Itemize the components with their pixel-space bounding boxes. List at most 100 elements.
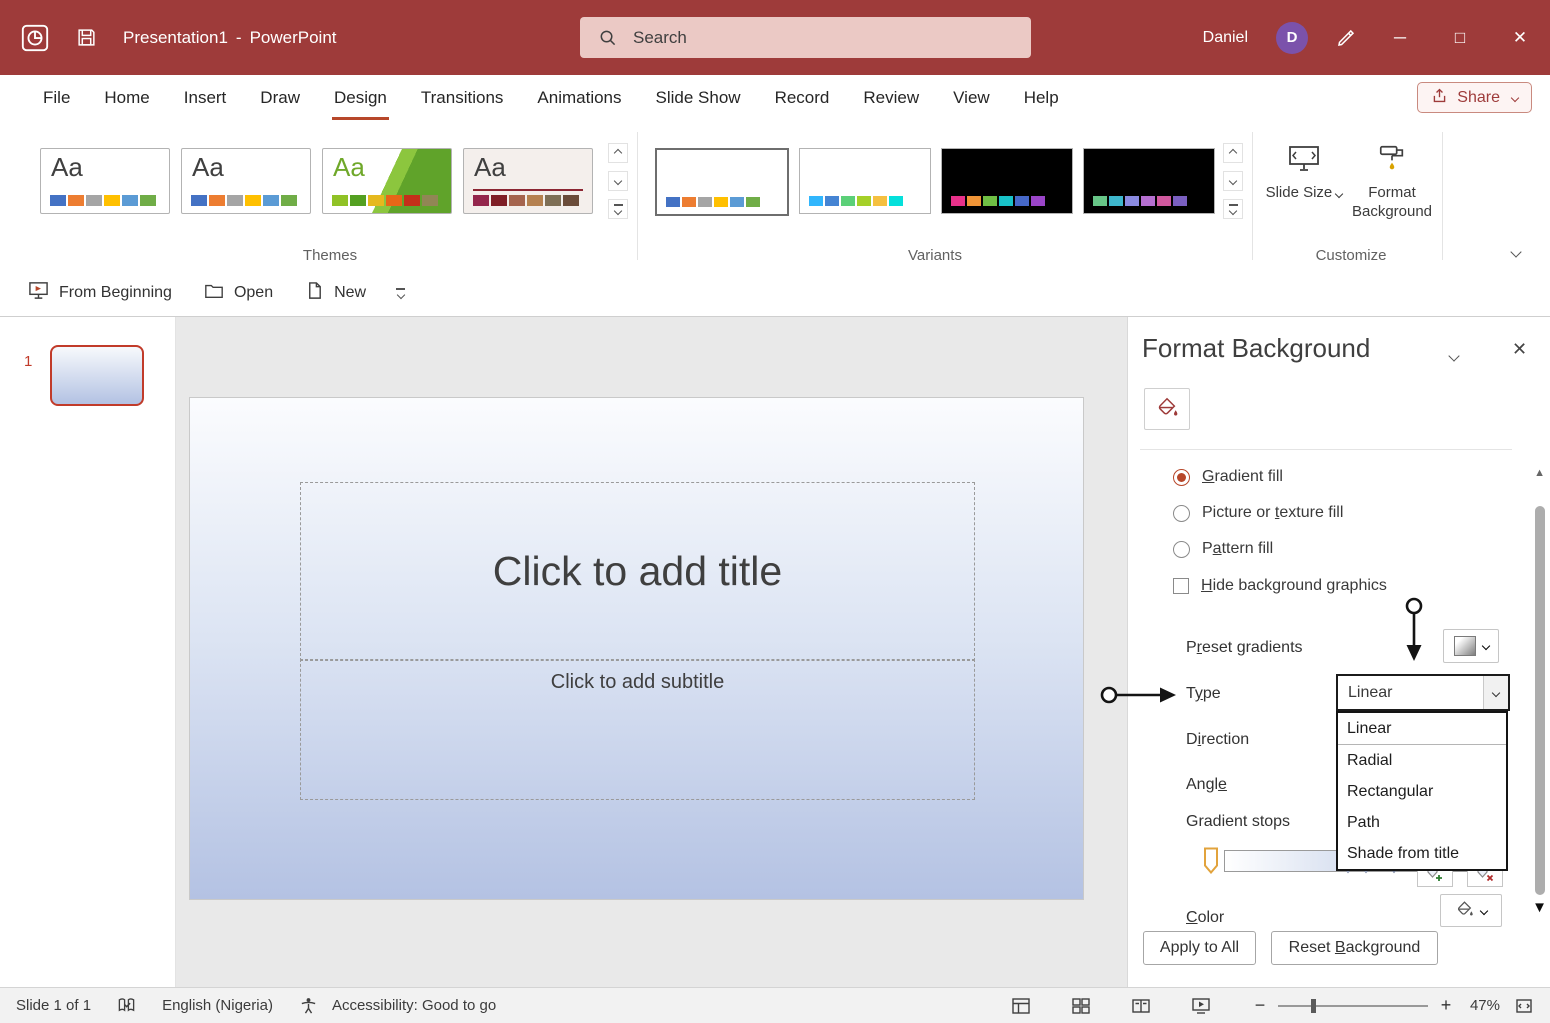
apply-to-all-button[interactable]: Apply to All (1143, 931, 1256, 965)
fill-tab-button[interactable] (1144, 388, 1190, 430)
scrollbar-thumb[interactable] (1535, 506, 1545, 895)
variants-group-label: Variants (650, 247, 1220, 264)
themes-scroll-down-icon[interactable] (608, 171, 628, 191)
tab-insert[interactable]: Insert (167, 75, 244, 120)
pen-icon[interactable] (1336, 28, 1356, 48)
variant-thumbnail-2[interactable] (799, 148, 931, 214)
share-icon (1431, 87, 1448, 109)
combobox-arrow-button[interactable] (1483, 676, 1508, 709)
pattern-fill-radio[interactable]: Pattern fill (1173, 540, 1273, 558)
accessibility-status[interactable]: Accessibility: Good to go (332, 997, 496, 1014)
menu-item-shade-from-title[interactable]: Shade from title (1338, 838, 1506, 869)
format-background-button[interactable]: Format Background (1350, 142, 1434, 223)
accessibility-icon (299, 996, 318, 1015)
share-label: Share (1457, 89, 1500, 107)
themes-scroll-up-icon[interactable] (608, 143, 628, 163)
theme-color-strip (332, 195, 438, 206)
menu-item-rectangular[interactable]: Rectangular (1338, 776, 1506, 807)
pane-collapse-icon[interactable] (1450, 347, 1458, 365)
variants-scroll-down-icon[interactable] (1223, 171, 1243, 191)
language-selector[interactable]: English (Nigeria) (162, 997, 273, 1014)
theme-thumbnail-2[interactable]: Aa (181, 148, 311, 214)
normal-view-icon[interactable] (1010, 996, 1032, 1016)
variants-group: Variants (650, 120, 1245, 270)
zoom-percentage[interactable]: 47% (1464, 997, 1500, 1014)
user-name[interactable]: Daniel (1203, 29, 1248, 47)
reading-view-icon[interactable] (1130, 996, 1152, 1016)
tab-home[interactable]: Home (87, 75, 166, 120)
slide-thumbnail[interactable] (50, 345, 144, 406)
hide-background-graphics-checkbox[interactable]: Hide background graphics (1173, 577, 1387, 595)
tab-record[interactable]: Record (758, 75, 847, 120)
maximize-button[interactable]: □ (1444, 28, 1476, 48)
preset-gradients-dropdown[interactable] (1443, 629, 1499, 663)
variant-thumbnail-1[interactable] (655, 148, 789, 216)
reset-background-button[interactable]: Reset Background (1271, 931, 1438, 965)
zoom-out-button[interactable]: − (1253, 995, 1267, 1016)
scroll-down-icon[interactable]: ▼ (1532, 899, 1547, 916)
tab-design[interactable]: Design (317, 75, 404, 120)
zoom-in-button[interactable]: + (1439, 995, 1453, 1016)
zoom-control: − + 47% (1253, 995, 1500, 1016)
tab-file[interactable]: File (26, 75, 87, 120)
tab-transitions[interactable]: Transitions (404, 75, 521, 120)
close-button[interactable]: ✕ (1504, 28, 1536, 48)
slide-show-view-icon[interactable] (1190, 996, 1212, 1016)
picture-or-texture-fill-radio[interactable]: Picture or texture fill (1173, 504, 1343, 522)
zoom-slider[interactable] (1278, 1005, 1428, 1007)
avatar[interactable]: D (1276, 22, 1308, 54)
from-beginning-button[interactable]: From Beginning (12, 270, 188, 316)
type-combobox[interactable]: Linear (1336, 674, 1510, 711)
theme-thumbnail-4[interactable]: Aa (463, 148, 593, 214)
search-input[interactable]: Search (580, 17, 1031, 58)
menu-item-linear[interactable]: Linear (1338, 713, 1506, 745)
direction-label: Direction (1186, 731, 1249, 749)
variant-thumbnail-4[interactable] (1083, 148, 1215, 214)
variants-scroll-up-icon[interactable] (1223, 143, 1243, 163)
type-label: Type (1186, 685, 1221, 703)
tab-slide-show[interactable]: Slide Show (639, 75, 758, 120)
tab-help[interactable]: Help (1007, 75, 1076, 120)
themes-group-label: Themes (30, 247, 630, 264)
theme-color-strip (473, 195, 579, 206)
collapse-ribbon-icon[interactable] (1506, 243, 1526, 260)
tab-review[interactable]: Review (846, 75, 936, 120)
spell-check-icon[interactable] (117, 996, 136, 1015)
variant-thumbnail-3[interactable] (941, 148, 1073, 214)
open-button[interactable]: Open (188, 270, 289, 316)
share-button[interactable]: Share (1417, 82, 1532, 113)
title-bar: Presentation1 - PowerPoint Search Daniel… (0, 0, 1550, 75)
zoom-slider-thumb[interactable] (1311, 999, 1316, 1013)
fill-color-dropdown[interactable] (1440, 894, 1502, 927)
gradient-stop-handle-selected[interactable] (1203, 847, 1219, 874)
radio-checked-icon (1173, 469, 1190, 486)
menu-item-radial[interactable]: Radial (1338, 745, 1506, 776)
title-placeholder[interactable]: Click to add title (300, 482, 975, 661)
slide[interactable]: Click to add title Click to add subtitle (190, 398, 1083, 899)
new-button[interactable]: New (289, 270, 382, 316)
gradient-fill-radio[interactable]: Gradient fill (1173, 468, 1283, 486)
tab-view[interactable]: View (936, 75, 1007, 120)
slideshow-play-icon (28, 280, 49, 306)
tab-animations[interactable]: Animations (520, 75, 638, 120)
theme-color-strip (50, 195, 156, 206)
theme-thumbnail-3[interactable]: Aa (322, 148, 452, 214)
fit-slide-to-window-icon[interactable] (1514, 996, 1534, 1016)
save-icon[interactable] (76, 27, 97, 48)
themes-more-icon[interactable] (608, 199, 628, 219)
theme-preview-text: Aa (474, 152, 506, 183)
gradient-stops-label: Gradient stops (1186, 813, 1290, 831)
toolbar-overflow-icon[interactable] (390, 287, 411, 299)
powerpoint-logo-icon[interactable] (20, 23, 50, 53)
variants-more-icon[interactable] (1223, 199, 1243, 219)
menu-item-path[interactable]: Path (1338, 807, 1506, 838)
pane-close-icon[interactable]: ✕ (1512, 339, 1527, 360)
subtitle-placeholder[interactable]: Click to add subtitle (300, 659, 975, 800)
paint-bucket-icon (1455, 900, 1474, 922)
tab-draw[interactable]: Draw (243, 75, 317, 120)
scroll-up-icon[interactable]: ▲ (1534, 467, 1545, 479)
minimize-button[interactable]: ─ (1384, 28, 1416, 48)
slide-size-button[interactable]: Slide Size (1262, 142, 1346, 204)
slide-sorter-view-icon[interactable] (1070, 996, 1092, 1016)
theme-thumbnail-1[interactable]: Aa (40, 148, 170, 214)
